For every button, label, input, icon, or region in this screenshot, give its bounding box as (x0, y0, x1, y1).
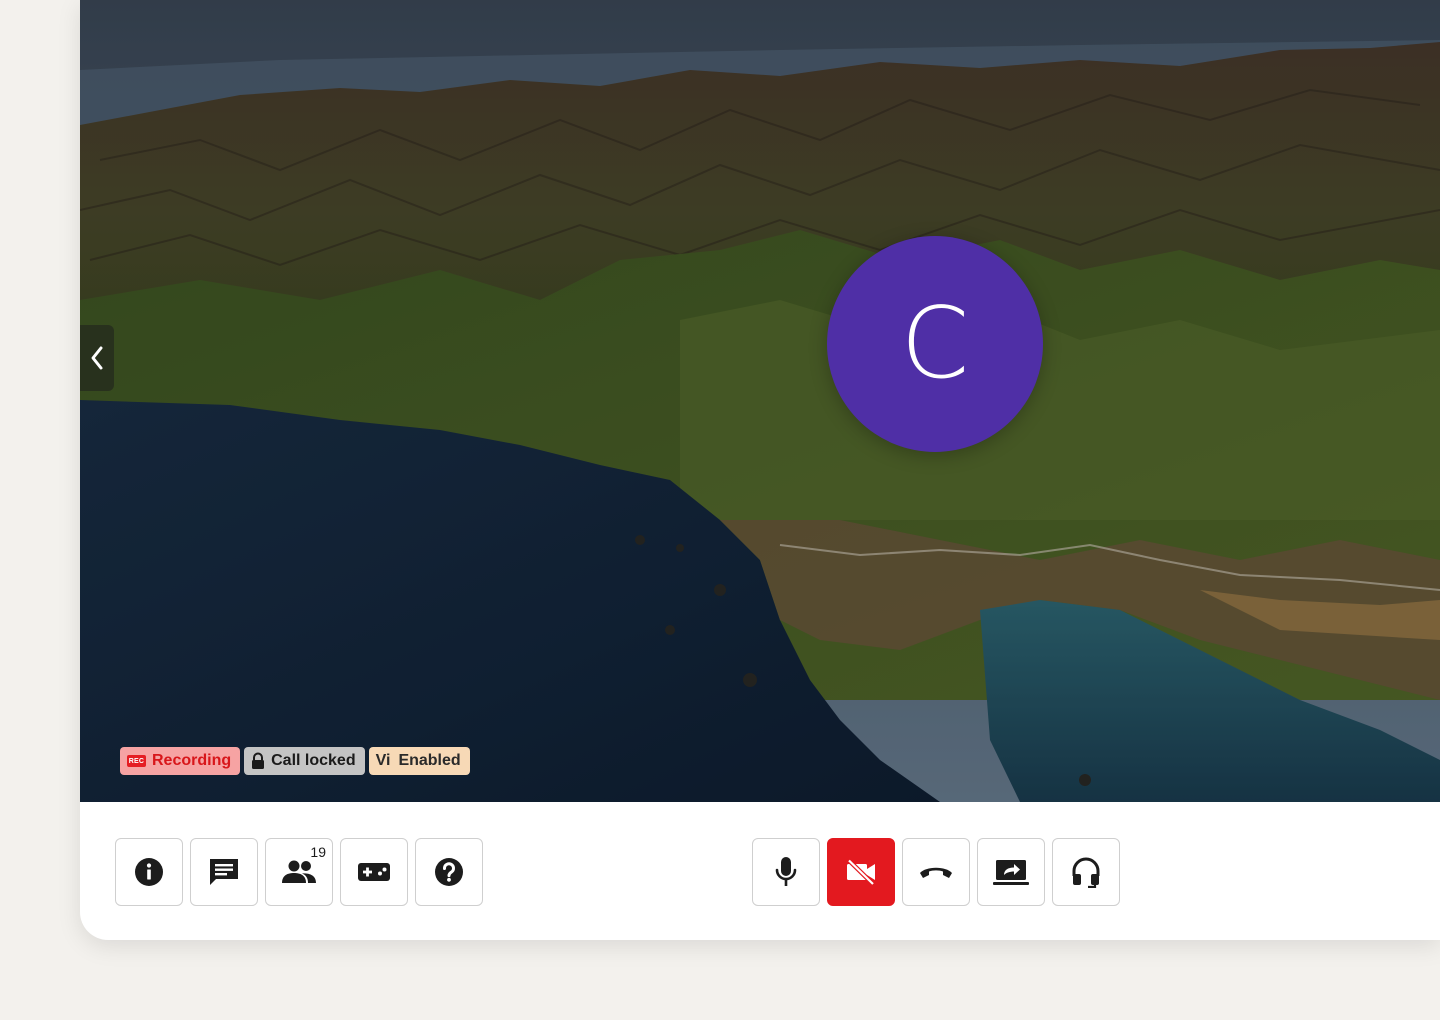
vi-enabled-badge: Vi Enabled (368, 747, 470, 775)
participant-avatar: C (827, 236, 1043, 452)
microphone-button[interactable] (752, 838, 820, 906)
call-controls (752, 838, 1120, 906)
info-icon (135, 858, 163, 886)
recording-label: Recording (152, 752, 232, 769)
games-button[interactable] (340, 838, 408, 906)
lock-icon (252, 752, 265, 769)
collapse-sidebar-button[interactable] (80, 325, 114, 391)
chat-button[interactable] (190, 838, 258, 906)
call-window: C REC Recording Call locked Vi Enabled 1… (80, 0, 1440, 940)
vi-enabled-label: Enabled (398, 752, 461, 769)
participants-button[interactable]: 19 (265, 838, 333, 906)
chevron-left-icon (91, 346, 103, 370)
status-badges: REC Recording Call locked Vi Enabled (120, 747, 470, 775)
camera-off-icon (847, 859, 875, 885)
vi-icon: Vi (375, 752, 391, 769)
screen-share-icon (993, 860, 1029, 885)
audio-button[interactable] (1052, 838, 1120, 906)
microphone-icon (775, 857, 797, 886)
video-dim-overlay (80, 0, 1440, 802)
help-icon (435, 858, 463, 886)
gamepad-icon (358, 863, 390, 881)
hang-up-button[interactable] (902, 838, 970, 906)
people-icon (282, 860, 316, 883)
call-locked-label: Call locked (271, 752, 356, 769)
participant-count: 19 (310, 844, 326, 860)
call-locked-badge: Call locked (244, 747, 365, 775)
info-button[interactable] (115, 838, 183, 906)
phone-hangup-icon (920, 867, 952, 878)
share-screen-button[interactable] (977, 838, 1045, 906)
help-button[interactable] (415, 838, 483, 906)
rec-icon: REC (127, 755, 146, 767)
recording-badge: REC Recording (120, 747, 241, 775)
video-stage: C REC Recording Call locked Vi Enabled (80, 0, 1440, 802)
left-toolbar: 19 (115, 838, 483, 906)
headphones-icon (1072, 857, 1100, 888)
camera-off-button[interactable] (827, 838, 895, 906)
chat-icon (210, 859, 238, 885)
